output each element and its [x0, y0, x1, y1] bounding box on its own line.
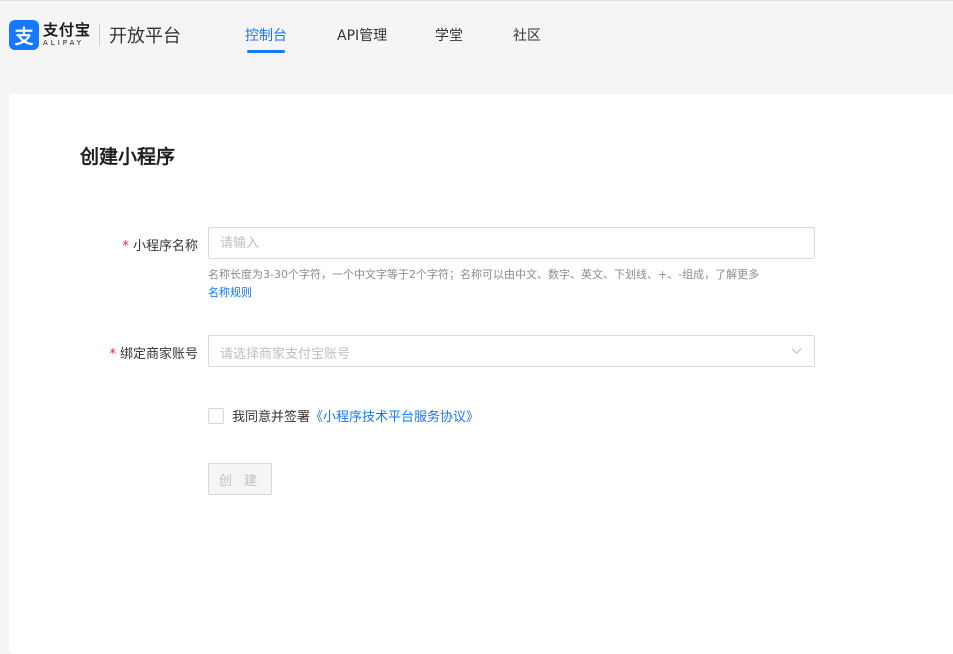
required-mark: *: [122, 239, 129, 254]
logo-wordmark: 支付宝 ALIPAY: [43, 23, 91, 47]
merchant-account-placeholder: 请选择商家支付宝账号: [220, 347, 351, 362]
agreement-text: 我同意并签署: [232, 410, 311, 425]
account-field-label: * 绑定商家账号: [109, 343, 198, 362]
logo-name-cn: 支付宝: [43, 21, 92, 39]
active-tab-indicator: [247, 50, 285, 53]
platform-name: 开放平台: [109, 26, 182, 47]
nav-item-community[interactable]: 社区: [513, 25, 541, 45]
chevron-down-icon: [791, 348, 802, 355]
logo-name-en: ALIPAY: [43, 39, 85, 47]
name-field-hint: 名称长度为3-30个字符，一个中文字等于2个字符；名称可以由中文、数字、英文、下…: [208, 266, 818, 302]
page-title: 创建小程序: [80, 146, 176, 168]
merchant-account-select[interactable]: 请选择商家支付宝账号: [208, 335, 815, 367]
agreement-link[interactable]: 《小程序技术平台服务协议》: [310, 406, 479, 425]
logo-divider: [99, 24, 101, 46]
create-button[interactable]: 创 建: [208, 463, 272, 495]
miniapp-name-input[interactable]: [208, 227, 815, 259]
name-hint-text: 名称长度为3-30个字符，一个中文字等于2个字符；名称可以由中文、数字、英文、下…: [208, 268, 760, 281]
name-rules-link[interactable]: 名称规则: [208, 286, 252, 299]
nav-item-console[interactable]: 控制台: [245, 25, 287, 45]
create-miniapp-card: 创建小程序 *小程序名称 名称长度为3-30个字符，一个中文字等于2个字符；名称…: [9, 94, 953, 654]
name-field-label: * 小程序名称: [122, 235, 198, 254]
nav-item-academy[interactable]: 学堂: [435, 25, 463, 45]
required-mark: *: [109, 347, 116, 362]
agreement-row: 我同意并签署 《小程序技术平台服务协议》: [208, 406, 479, 425]
name-field-label-text: 小程序名称: [132, 239, 198, 254]
alipay-logo[interactable]: 支 支付宝 ALIPAY 开放平台: [9, 20, 181, 50]
alipay-logo-icon: 支: [9, 20, 39, 50]
account-field-label-text: 绑定商家账号: [119, 347, 198, 362]
top-navigation-bar: 支 支付宝 ALIPAY 开放平台 控制台 API管理 学堂 社区: [0, 0, 953, 72]
nav-item-api-management[interactable]: API管理: [337, 25, 387, 45]
agreement-checkbox[interactable]: [208, 407, 224, 424]
